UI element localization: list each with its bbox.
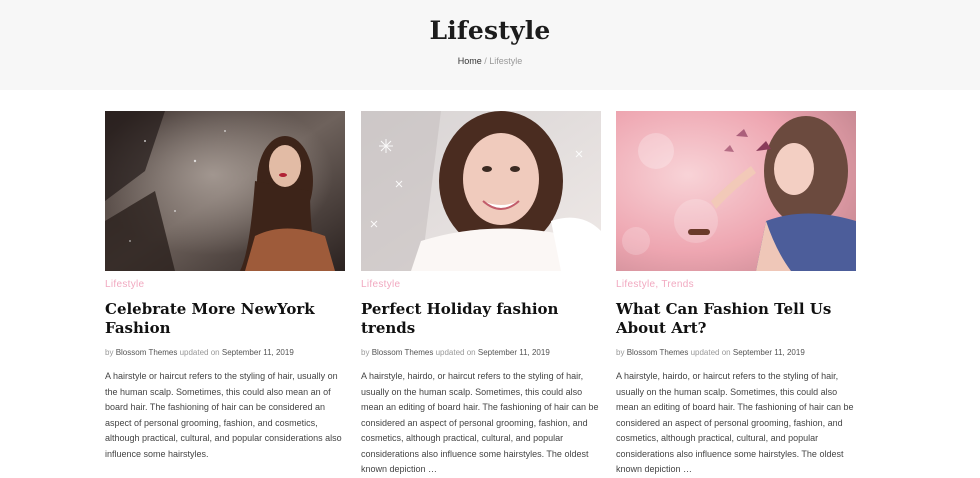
post-image <box>616 111 856 271</box>
post-categories: Lifestyle <box>361 279 601 293</box>
post-image <box>361 111 601 271</box>
category-link-lifestyle[interactable]: Lifestyle <box>616 279 655 290</box>
meta-updated: updated on <box>690 348 731 357</box>
post-date-link[interactable]: September 11, 2019 <box>478 348 550 357</box>
post-author-link[interactable]: Blossom Themes <box>627 348 689 357</box>
breadcrumb: Home / Lifestyle <box>0 56 980 66</box>
post-meta: by Blossom Themes updated on September 1… <box>105 347 345 359</box>
post-excerpt: A hairstyle or haircut refers to the sty… <box>105 371 342 459</box>
category-link-trends[interactable]: Trends <box>661 279 694 290</box>
post-image <box>105 111 345 271</box>
post-categories: Lifestyle, Trends <box>616 279 856 293</box>
post-card: Lifestyle, Trends What Can Fashion Tell … <box>616 111 856 478</box>
meta-updated: updated on <box>179 348 220 357</box>
post-meta: by Blossom Themes updated on September 1… <box>616 347 856 359</box>
page-title: Lifestyle <box>429 16 551 45</box>
post-title[interactable]: Celebrate More NewYork Fashion <box>105 300 345 338</box>
meta-by: by <box>616 348 625 357</box>
post-title[interactable]: Perfect Holiday fashion trends <box>361 300 601 338</box>
meta-updated: updated on <box>435 348 476 357</box>
post-excerpt: A hairstyle, hairdo, or haircut refers t… <box>616 371 854 474</box>
post-author-link[interactable]: Blossom Themes <box>116 348 178 357</box>
category-link-lifestyle[interactable]: Lifestyle <box>105 279 144 290</box>
post-card: Lifestyle Perfect Holiday fashion trends… <box>361 111 601 478</box>
post-thumbnail[interactable] <box>361 111 601 271</box>
post-date-link[interactable]: September 11, 2019 <box>733 348 805 357</box>
post-categories: Lifestyle <box>105 279 345 293</box>
post-thumbnail[interactable] <box>616 111 856 271</box>
meta-by: by <box>105 348 114 357</box>
breadcrumb-home-link[interactable]: Home <box>458 56 482 66</box>
post-date-link[interactable]: September 11, 2019 <box>222 348 294 357</box>
post-meta: by Blossom Themes updated on September 1… <box>361 347 601 359</box>
post-thumbnail[interactable] <box>105 111 345 271</box>
page-header: Lifestyle Home / Lifestyle <box>0 0 980 90</box>
post-excerpt: A hairstyle, hairdo, or haircut refers t… <box>361 371 599 474</box>
category-link-lifestyle[interactable]: Lifestyle <box>361 279 400 290</box>
post-title[interactable]: What Can Fashion Tell Us About Art? <box>616 300 856 338</box>
breadcrumb-current: Lifestyle <box>489 56 523 66</box>
meta-by: by <box>361 348 370 357</box>
post-card: Lifestyle Celebrate More NewYork Fashion… <box>105 111 345 462</box>
post-author-link[interactable]: Blossom Themes <box>372 348 434 357</box>
